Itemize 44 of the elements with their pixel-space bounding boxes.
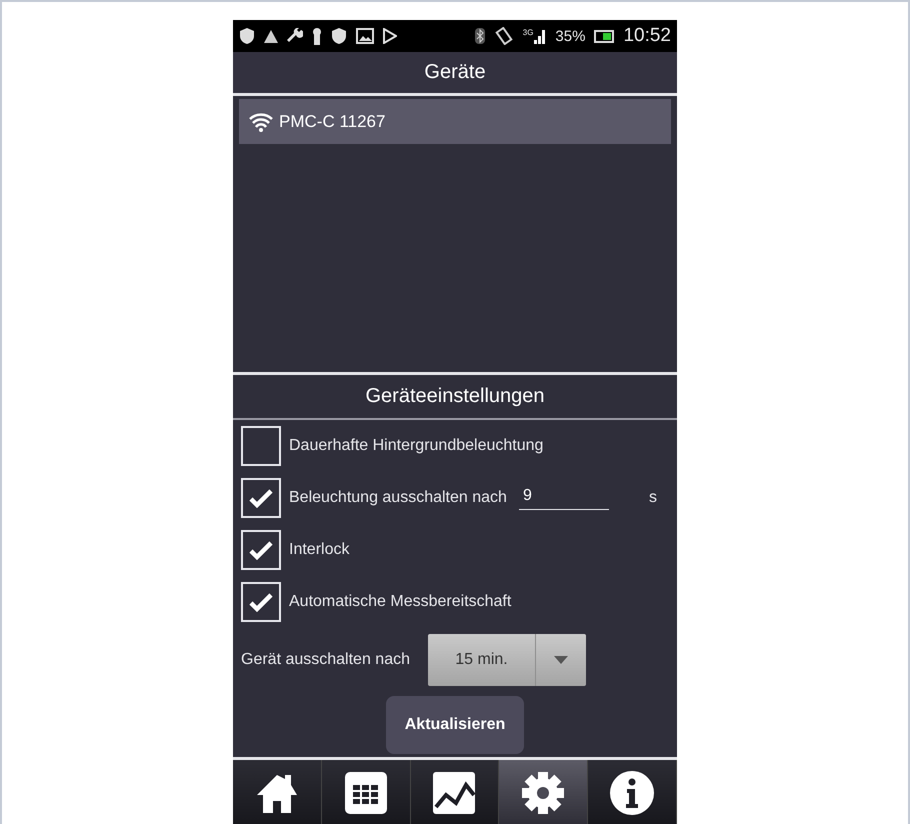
- shield-icon: [331, 27, 347, 45]
- battery-percent: 35%: [555, 28, 586, 44]
- option-label: Beleuchtung ausschalten nach: [289, 489, 507, 507]
- keyhole-icon: [312, 27, 322, 45]
- table-icon: [344, 771, 388, 815]
- wrench-icon: [287, 28, 303, 44]
- line-chart-icon: [432, 771, 476, 815]
- checkbox[interactable]: [241, 426, 281, 466]
- settings-icon: [521, 771, 566, 815]
- warning-icon: [264, 30, 278, 42]
- tab[interactable]: [233, 760, 322, 824]
- checkmark-icon: [249, 488, 273, 508]
- checkbox[interactable]: [241, 530, 281, 570]
- tab[interactable]: [499, 760, 588, 824]
- section-title: Geräteeinstellungen: [365, 385, 544, 408]
- shield-icon: [239, 27, 255, 45]
- play-store-icon: [383, 28, 397, 44]
- unit-label: s: [649, 489, 657, 507]
- device-item[interactable]: PMC-C 11267: [239, 99, 671, 144]
- refresh-button[interactable]: Aktualisieren: [386, 696, 524, 754]
- vibrate-icon: [494, 27, 514, 45]
- checkbox[interactable]: [241, 582, 281, 622]
- screen-title: Geräte: [424, 61, 486, 84]
- dropdown[interactable]: 15 min.: [428, 634, 586, 686]
- info-icon: [609, 770, 656, 816]
- tab[interactable]: [322, 760, 411, 824]
- option-label: Automatische Messbereitschaft: [289, 593, 512, 611]
- option-label: Interlock: [289, 541, 350, 559]
- option-label: Gerät ausschalten nach: [241, 651, 410, 669]
- tab[interactable]: [410, 760, 500, 824]
- checkbox[interactable]: [241, 478, 281, 518]
- bluetooth-icon: [474, 28, 485, 44]
- image-icon: [356, 28, 374, 44]
- clock-time: 10:52: [623, 25, 671, 47]
- tab[interactable]: [588, 760, 677, 824]
- signal-icon: [534, 28, 546, 44]
- caret-icon: [554, 656, 568, 664]
- battery-icon: [594, 30, 614, 42]
- wifi-icon: [249, 112, 273, 132]
- option-label: Dauerhafte Hintergrundbeleuchtung: [289, 437, 544, 455]
- input-field[interactable]: 9: [518, 486, 609, 510]
- network-type: 3G: [522, 28, 534, 37]
- checkmark-icon: [249, 592, 273, 612]
- checkmark-icon: [249, 540, 273, 560]
